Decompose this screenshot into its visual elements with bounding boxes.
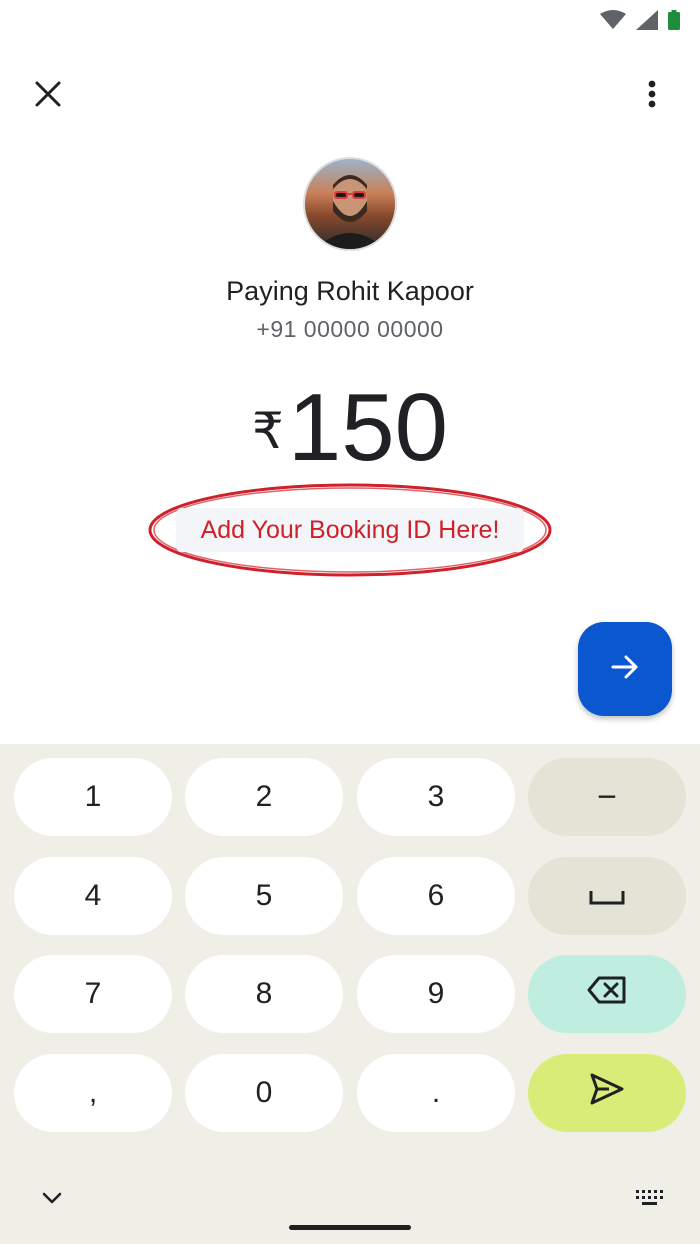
amount-value: 150 [287, 374, 448, 481]
more-vert-icon [648, 80, 656, 113]
close-button[interactable] [24, 72, 72, 120]
key-0[interactable]: 0 [185, 1054, 343, 1132]
key-minus[interactable]: − [528, 758, 686, 836]
key-2[interactable]: 2 [185, 758, 343, 836]
booking-id-note: Add Your Booking ID Here! [148, 482, 552, 578]
key-7[interactable]: 7 [14, 955, 172, 1033]
currency-symbol: ₹ [252, 403, 284, 459]
battery-icon [668, 10, 680, 30]
amount-display[interactable]: ₹ 150 [0, 378, 700, 478]
keyboard-switch-button[interactable] [630, 1184, 670, 1216]
status-bar [0, 0, 700, 40]
backspace-icon [587, 976, 627, 1012]
next-button[interactable] [578, 622, 672, 716]
key-6[interactable]: 6 [357, 857, 515, 935]
key-space[interactable] [528, 857, 686, 935]
note-input[interactable]: Add Your Booking ID Here! [176, 508, 524, 552]
key-backspace[interactable] [528, 955, 686, 1033]
key-comma[interactable]: , [14, 1054, 172, 1132]
keyboard-icon [635, 1189, 665, 1212]
send-icon [589, 1072, 625, 1114]
key-3[interactable]: 3 [357, 758, 515, 836]
key-5[interactable]: 5 [185, 857, 343, 935]
space-icon [589, 879, 625, 913]
keyboard-collapse-button[interactable] [32, 1184, 72, 1216]
gesture-nav-handle[interactable] [289, 1225, 411, 1230]
chevron-down-icon [42, 1191, 62, 1209]
payee-name: Paying Rohit Kapoor [226, 276, 474, 306]
cell-signal-icon [636, 10, 658, 30]
key-send[interactable] [528, 1054, 686, 1132]
key-9[interactable]: 9 [357, 955, 515, 1033]
key-4[interactable]: 4 [14, 857, 172, 935]
payee-phone: +91 00000 00000 [256, 316, 444, 342]
arrow-forward-icon [610, 652, 640, 687]
key-period[interactable]: . [357, 1054, 515, 1132]
close-icon [35, 81, 61, 112]
key-1[interactable]: 1 [14, 758, 172, 836]
key-8[interactable]: 8 [185, 955, 343, 1033]
wifi-icon [600, 10, 626, 30]
avatar [303, 157, 397, 251]
payment-screen: Paying Rohit Kapoor +91 00000 00000 ₹ 15… [0, 0, 700, 1244]
more-options-button[interactable] [628, 72, 676, 120]
